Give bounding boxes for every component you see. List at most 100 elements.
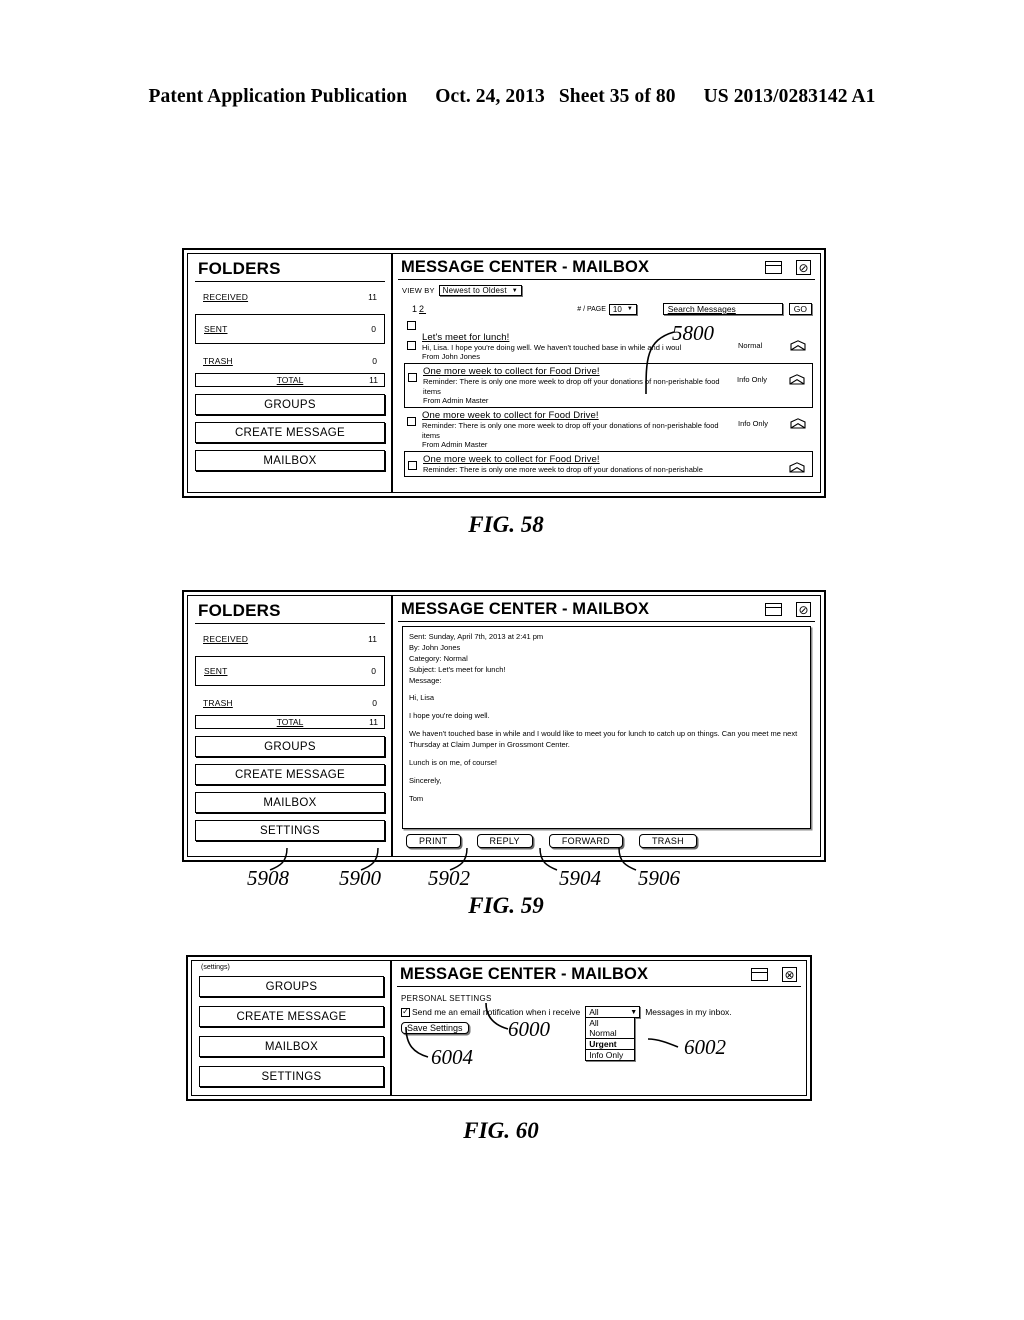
- notification-setting-row: ✓ Send me an email notification when i r…: [397, 1006, 801, 1061]
- total-count: 11: [369, 375, 378, 385]
- sidebar-folder-trash[interactable]: TRASH 0: [195, 695, 385, 711]
- detail-subject: Subject: Let's meet for lunch!: [409, 664, 506, 674]
- view-by-label: VIEW BY: [402, 286, 435, 295]
- sidebar-button-groups[interactable]: GROUPS: [195, 394, 385, 415]
- detail-closing: Sincerely,: [409, 775, 442, 785]
- folder-label: RECEIVED: [203, 634, 249, 644]
- fig60-settings-pane: (settings) GROUPS CREATE MESSAGE MAILBOX…: [192, 961, 392, 1095]
- message-type-select[interactable]: All ▼: [585, 1006, 641, 1018]
- sidebar-button-create-message[interactable]: CREATE MESSAGE: [195, 422, 385, 443]
- fig58-reference-5800: 5800: [672, 321, 714, 345]
- print-button[interactable]: PRINT: [406, 834, 461, 848]
- notification-checkbox[interactable]: ✓: [401, 1007, 410, 1017]
- folder-label: SENT: [204, 666, 228, 676]
- fig58-mailbox-pane: MESSAGE CENTER - MAILBOX ⊘ VIEW BY Newes…: [393, 254, 820, 492]
- fig59-reference-5908: 5908: [247, 866, 289, 890]
- fig59-window-inner: FOLDERS RECEIVED 11 SENT 0 TRASH 0 TOTAL: [187, 595, 821, 857]
- folder-label: RECEIVED: [203, 292, 249, 302]
- fig58-titlebar: MESSAGE CENTER - MAILBOX ⊘: [398, 257, 815, 280]
- detail-blank-4: [409, 751, 804, 758]
- sidebar-folder-sent[interactable]: SENT 0: [195, 314, 385, 344]
- publication-date: Oct. 24, 2013: [435, 86, 545, 107]
- select-all-checkbox[interactable]: [407, 321, 416, 330]
- fig59-reference-5906: 5906: [638, 866, 680, 890]
- message-checkbox[interactable]: [407, 341, 416, 350]
- sidebar-button-groups[interactable]: GROUPS: [199, 976, 384, 997]
- search-go-button[interactable]: GO: [788, 303, 812, 315]
- fig58-window-title: MESSAGE CENTER - MAILBOX: [401, 258, 650, 276]
- circle-x-close-icon[interactable]: ⊗: [782, 967, 797, 982]
- option-all[interactable]: All: [586, 1018, 634, 1028]
- message-checkbox[interactable]: [408, 373, 417, 383]
- folder-count: 0: [372, 698, 377, 708]
- folder-count: 0: [371, 666, 376, 676]
- forward-button[interactable]: FORWARD: [548, 834, 623, 848]
- message-row[interactable]: One more week to collect for Food Drive!…: [404, 408, 813, 451]
- option-urgent[interactable]: Urgent: [586, 1038, 635, 1050]
- fig59-reference-5902: 5902: [428, 866, 470, 890]
- message-checkbox[interactable]: [408, 460, 417, 470]
- detail-blank-3: [409, 722, 804, 729]
- trash-button[interactable]: TRASH: [638, 834, 697, 848]
- page-link-2[interactable]: 2: [419, 304, 426, 314]
- folder-count: 0: [372, 356, 377, 366]
- chevron-down-icon: ▼: [626, 306, 633, 312]
- sidebar-folder-sent[interactable]: SENT 0: [195, 656, 385, 686]
- search-input[interactable]: Search Messages: [662, 303, 783, 315]
- view-by-select[interactable]: Newest to Oldest ▼: [438, 285, 522, 296]
- sidebar-button-mailbox[interactable]: MAILBOX: [195, 450, 385, 471]
- sidebar-folder-received[interactable]: RECEIVED 11: [195, 631, 385, 647]
- folder-count: 11: [368, 634, 377, 644]
- message-row[interactable]: One more week to collect for Food Drive!…: [404, 363, 813, 409]
- message-checkbox[interactable]: [407, 417, 416, 427]
- folder-spacer: [195, 305, 385, 314]
- message-subject[interactable]: One more week to collect for Food Drive!: [423, 454, 737, 465]
- fig60-reference-6002: 6002: [684, 1035, 726, 1059]
- sidebar-button-mailbox[interactable]: MAILBOX: [199, 1036, 384, 1057]
- page-current: 1: [412, 304, 420, 314]
- detail-by: By: John Jones: [409, 642, 461, 652]
- total-count: 11: [369, 717, 378, 727]
- option-info-only[interactable]: Info Only: [586, 1050, 634, 1060]
- sidebar-folder-received[interactable]: RECEIVED 11: [195, 289, 385, 305]
- fig60-window-inner: (settings) GROUPS CREATE MESSAGE MAILBOX…: [191, 960, 807, 1096]
- sidebar-folder-trash[interactable]: TRASH 0: [195, 353, 385, 369]
- envelope-icon: [789, 374, 805, 385]
- message-type-select-wrapper: All ▼ All Normal Urgent Info Only: [585, 1006, 641, 1061]
- per-page-label: # / PAGE: [577, 305, 606, 313]
- fig60-window-title: MESSAGE CENTER - MAILBOX: [400, 965, 649, 983]
- message-subject[interactable]: One more week to collect for Food Drive!: [423, 366, 737, 377]
- folder-count: 11: [368, 292, 377, 302]
- message-category: [737, 454, 789, 463]
- restore-window-icon[interactable]: [751, 968, 768, 981]
- restore-window-icon[interactable]: [765, 261, 782, 274]
- sidebar-button-create-message[interactable]: CREATE MESSAGE: [195, 764, 385, 785]
- folder-spacer: [195, 686, 385, 695]
- sidebar-button-mailbox[interactable]: MAILBOX: [195, 792, 385, 813]
- fig60-reference-6004: 6004: [431, 1045, 473, 1069]
- message-row[interactable]: One more week to collect for Food Drive!…: [404, 450, 813, 478]
- sidebar-button-create-message[interactable]: CREATE MESSAGE: [199, 1006, 384, 1027]
- detail-message-label: Message:: [409, 675, 442, 685]
- sidebar-button-groups[interactable]: GROUPS: [195, 736, 385, 757]
- folder-label: TRASH: [203, 356, 233, 366]
- sidebar-button-settings[interactable]: SETTINGS: [195, 820, 385, 841]
- fig60-titlebar: MESSAGE CENTER - MAILBOX ⊗: [397, 964, 801, 987]
- fig59-window: FOLDERS RECEIVED 11 SENT 0 TRASH 0 TOTAL: [182, 590, 826, 862]
- folder-spacer: [195, 647, 385, 656]
- circle-slash-close-icon[interactable]: ⊘: [796, 260, 811, 275]
- option-normal[interactable]: Normal: [586, 1028, 634, 1038]
- detail-line-1: I hope you're doing well.: [409, 711, 490, 721]
- detail-blank-6: [409, 787, 804, 794]
- reply-button[interactable]: REPLY: [476, 834, 533, 848]
- circle-slash-close-icon[interactable]: ⊘: [796, 602, 811, 617]
- save-settings-button[interactable]: Save Settings: [401, 1022, 469, 1034]
- sidebar-button-settings[interactable]: SETTINGS: [199, 1066, 384, 1087]
- message-type-value: All: [589, 1007, 599, 1017]
- message-subject[interactable]: One more week to collect for Food Drive!: [422, 410, 738, 421]
- envelope-icon: [789, 462, 805, 473]
- restore-window-icon[interactable]: [765, 603, 782, 616]
- message-row[interactable]: Let's meet for lunch! Hi, Lisa. I hope y…: [404, 330, 813, 363]
- fig58-folders-pane: FOLDERS RECEIVED 11 SENT 0 TRASH 0 TOTAL: [188, 254, 393, 492]
- per-page-select[interactable]: 10 ▼: [608, 303, 637, 315]
